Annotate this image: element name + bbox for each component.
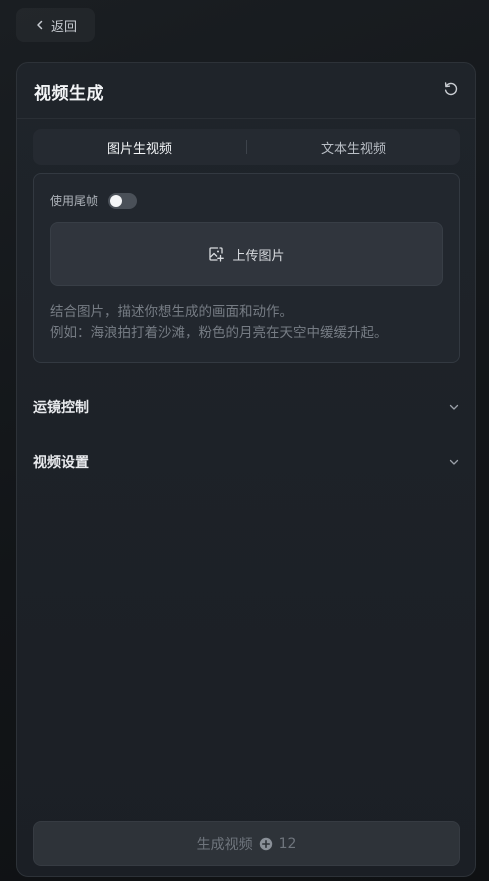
refresh-icon[interactable]: [442, 80, 460, 98]
end-frame-toggle[interactable]: [108, 192, 138, 209]
tab-image-to-video[interactable]: 图片生视频: [33, 129, 246, 165]
end-frame-row: 使用尾帧: [50, 192, 138, 209]
panel-title: 视频生成: [34, 84, 104, 104]
back-button[interactable]: 返回: [16, 8, 95, 42]
back-label: 返回: [50, 19, 77, 35]
image-plus-icon: [209, 247, 225, 262]
tab-label: 文本生视频: [320, 141, 386, 157]
section-label: 视频设置: [33, 455, 89, 471]
toggle-knob: [110, 194, 123, 207]
chevron-down-icon: [449, 459, 459, 465]
credit-plus-icon: [259, 837, 272, 850]
video-generation-panel: 视频生成 图片生视频 文本生视频 使用尾帧 上传图片 结合图片，描述你想生成的画…: [16, 62, 476, 877]
tab-text-to-video[interactable]: 文本生视频: [247, 129, 460, 165]
credit-count: 12: [278, 835, 297, 852]
generate-label: 生成视频: [196, 836, 253, 853]
section-camera-control[interactable]: 运镜控制: [33, 395, 460, 419]
section-label: 运镜控制: [33, 400, 89, 416]
panel-header: 视频生成: [17, 63, 475, 119]
upload-image-button[interactable]: 上传图片: [50, 222, 443, 286]
tab-label: 图片生视频: [106, 141, 172, 157]
chevron-down-icon: [449, 404, 459, 410]
image-input-card: 使用尾帧 上传图片 结合图片，描述你想生成的画面和动作。 例如：海浪拍打着沙滩，…: [33, 173, 460, 363]
end-frame-label: 使用尾帧: [50, 194, 99, 208]
prompt-placeholder-line: 结合图片，描述你想生成的画面和动作。: [50, 304, 293, 320]
generate-video-button[interactable]: 生成视频 12: [33, 821, 460, 866]
prompt-textarea[interactable]: 结合图片，描述你想生成的画面和动作。 例如：海浪拍打着沙滩，粉色的月亮在天空中缓…: [50, 302, 446, 344]
mode-tabs: 图片生视频 文本生视频: [33, 129, 460, 165]
chevron-left-icon: [37, 20, 43, 30]
section-video-settings[interactable]: 视频设置: [33, 450, 460, 474]
prompt-placeholder-line: 例如：海浪拍打着沙滩，粉色的月亮在天空中缓缓升起。: [50, 325, 388, 341]
upload-label: 上传图片: [232, 248, 285, 264]
